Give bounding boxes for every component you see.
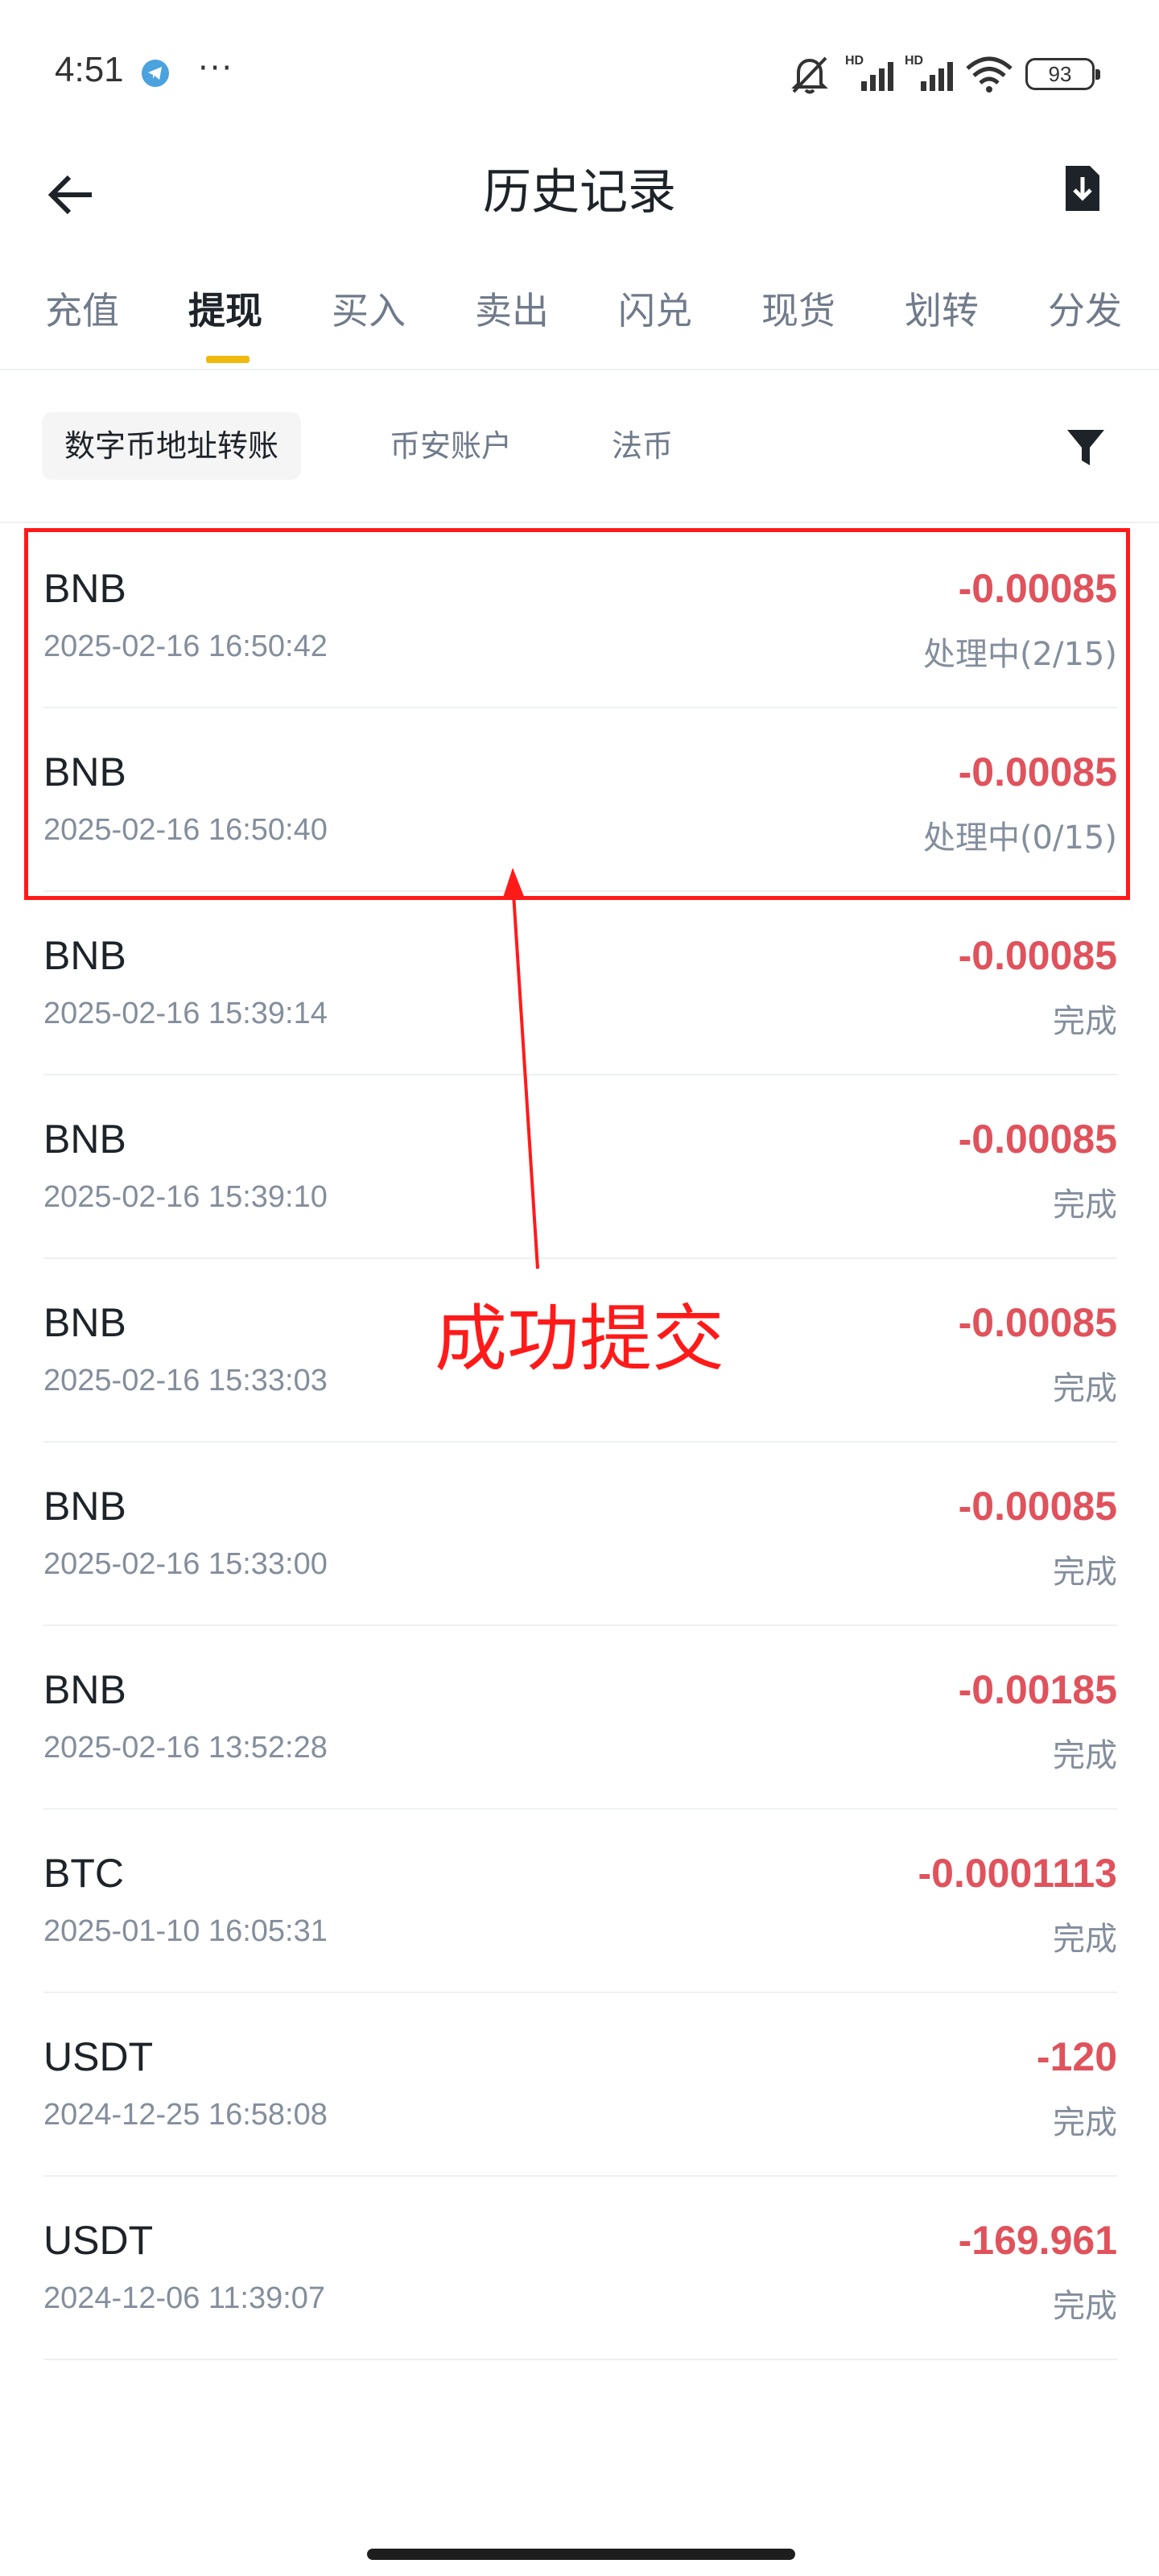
more-notifications-icon: ··· [198, 50, 234, 87]
status-time: 4:51 [55, 50, 124, 89]
record-coin: BTC [43, 1851, 124, 1896]
record-row[interactable]: BNB 2025-02-16 13:52:28 -0.00185 完成 [43, 1626, 1117, 1810]
record-time: 2024-12-25 16:58:08 [43, 2098, 328, 2132]
record-status: 完成 [1053, 1370, 1117, 1407]
record-time: 2024-12-06 11:39:07 [43, 2281, 326, 2315]
bell-muted-icon [791, 56, 828, 94]
header: 历史记录 [0, 145, 1159, 250]
record-time: 2025-02-16 15:39:10 [43, 1180, 328, 1214]
record-row[interactable]: BNB 2025-02-16 15:39:14 -0.00085 完成 [43, 892, 1117, 1075]
record-coin: USDT [43, 2034, 154, 2079]
tab-distribution[interactable]: 分发 [1048, 282, 1122, 335]
record-row[interactable]: BNB 2025-02-16 15:33:00 -0.00085 完成 [43, 1443, 1117, 1626]
record-amount: -169.961 [958, 2218, 1117, 2263]
record-coin: BNB [43, 1117, 126, 1162]
filter-fiat[interactable]: 法币 [589, 412, 695, 480]
wifi-icon [966, 56, 1013, 93]
tab-convert[interactable]: 闪兑 [618, 282, 692, 335]
record-status: 完成 [1053, 2288, 1117, 2325]
tab-transfer[interactable]: 划转 [905, 282, 979, 335]
record-status: 完成 [1053, 1737, 1117, 1774]
record-time: 2025-02-16 15:33:03 [43, 1364, 328, 1397]
record-time: 2025-02-16 13:52:28 [43, 1731, 328, 1765]
withdraw-type-filter: 数字币地址转账 币安账户 法币 [0, 370, 1159, 523]
record-status: 完成 [1053, 2104, 1117, 2141]
record-coin: BNB [43, 1300, 126, 1345]
document-download-icon [1066, 166, 1099, 211]
annotation-label: 成功提交 [435, 1297, 724, 1381]
active-tab-indicator [206, 356, 250, 363]
record-amount: -0.0001113 [918, 1851, 1118, 1896]
page-title: 历史记录 [483, 164, 676, 221]
record-status: 完成 [1053, 1554, 1117, 1591]
filter-binance-account[interactable]: 币安账户 [367, 412, 534, 480]
filter-button[interactable] [1064, 425, 1107, 469]
tab-sell[interactable]: 卖出 [475, 282, 549, 335]
record-coin: USDT [43, 2218, 154, 2263]
status-bar: 4:51 ··· HD HD 93 [0, 0, 1159, 145]
tab-buy[interactable]: 买入 [332, 282, 406, 335]
record-time: 2025-02-16 15:33:00 [43, 1547, 328, 1581]
record-time: 2025-01-10 16:05:31 [43, 1914, 328, 1948]
tab-withdraw[interactable]: 提现 [188, 282, 262, 335]
tab-bar: 充值 提现 买入 卖出 闪兑 现货 划转 分发 [0, 250, 1159, 370]
record-status: 完成 [1053, 1187, 1117, 1224]
record-coin: BNB [43, 1667, 126, 1712]
record-amount: -0.00185 [958, 1667, 1117, 1712]
record-amount: -0.00085 [958, 933, 1117, 978]
signal-icon-1: HD [845, 54, 893, 94]
home-indicator[interactable] [367, 2549, 795, 2560]
tab-deposit[interactable]: 充值 [45, 282, 119, 335]
record-amount: -0.00085 [958, 1117, 1117, 1162]
record-status: 完成 [1053, 1003, 1117, 1040]
signal-icon-2: HD [905, 54, 953, 94]
record-row[interactable]: USDT 2024-12-25 16:58:08 -120 完成 [43, 1993, 1117, 2177]
record-row[interactable]: BTC 2025-01-10 16:05:31 -0.0001113 完成 [43, 1810, 1117, 1993]
tab-spot[interactable]: 现货 [761, 282, 835, 335]
record-amount: -120 [1036, 2034, 1117, 2079]
record-row[interactable]: BNB 2025-02-16 15:39:10 -0.00085 完成 [43, 1075, 1117, 1259]
export-button[interactable] [1050, 156, 1114, 221]
telegram-icon [142, 60, 169, 87]
record-amount: -0.00085 [958, 1484, 1117, 1529]
funnel-icon [1067, 430, 1104, 465]
record-time: 2025-02-16 15:39:14 [43, 997, 328, 1030]
battery-icon: 93 [1025, 58, 1100, 90]
annotation-highlight-box [24, 528, 1130, 900]
record-coin: BNB [43, 933, 126, 978]
record-status: 完成 [1053, 1921, 1117, 1958]
record-row[interactable]: USDT 2024-12-06 11:39:07 -169.961 完成 [43, 2177, 1117, 2360]
filter-crypto-address[interactable]: 数字币地址转账 [42, 412, 302, 480]
record-amount: -0.00085 [958, 1300, 1117, 1345]
record-coin: BNB [43, 1484, 126, 1529]
